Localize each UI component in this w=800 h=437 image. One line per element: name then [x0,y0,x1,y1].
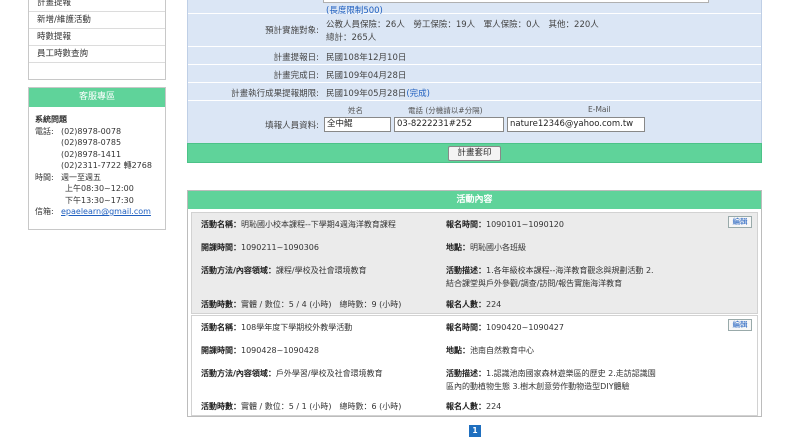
plan-form-panel: (長度限制500) 預計實施對象: 公教人員保險：26人 勞工保險：19人 軍人… [187,0,762,163]
cs-time-label: 時間: [35,172,54,182]
complete-date-value: 民國109年04月28日 [326,71,407,81]
activity-name: 明恥國小校本課程--下學期4週海洋教育課程 [241,220,396,229]
activity-signup-label: 報名時間： [446,220,486,229]
filler-label: 填報人員資料: [265,121,319,131]
filler-phone-input[interactable]: 03-8222231#252 [394,117,504,132]
activity-name: 108學年度下學期校外教學活動 [241,323,353,332]
activity-method: 課程/學校及社會環境教育 [275,266,367,275]
submit-date-value: 民國108年12月10日 [326,53,407,63]
activity-start-label: 開課時間： [201,346,241,355]
cs-phone-1: (02)8978-0078 [61,126,122,136]
activity-desc-label: 活動描述： [446,266,486,275]
activity-method: 戶外學習/學校及社會環境教育 [275,369,383,378]
activities-panel: 活動內容 活動名稱：明恥國小校本課程--下學期4週海洋教育課程 報名時間：109… [187,190,762,417]
edit-button[interactable]: 編輯 [728,216,752,228]
activity-place-label: 地點： [446,243,470,252]
targets-line-2: 總計：265人 [326,33,377,43]
cs-phone-label: 電話: [35,126,54,136]
activity-name-label: 活動名稱： [201,323,241,332]
form-footer-bar: 計畫套印 [187,143,762,163]
activity-place-label: 地點： [446,346,470,355]
activity-desc-1: 1.各年級校本課程--海洋教育觀念與規劃活動 2. [486,266,654,275]
activity-start: 1090428~1090428 [241,346,319,355]
activity-start: 1090211~1090306 [241,243,319,252]
activity-signup: 1090420~1090427 [486,323,564,332]
activities-title: 活動內容 [188,191,761,209]
deadline-status: (完成) [406,89,430,99]
activity-name-label: 活動名稱： [201,220,241,229]
activity-count: 224 [486,402,502,411]
activity-record: 活動名稱：108學年度下學期校外教學活動 報名時間：1090420~109042… [191,315,758,416]
cs-mail-label: 信箱: [35,207,54,216]
customer-service-title: 客服專區 [29,88,165,107]
activity-signup: 1090101~1090120 [486,220,564,229]
deadline-label: 計畫執行成果提報期限: [231,89,319,99]
pager-current-page[interactable]: 1 [469,425,481,437]
activity-desc-label: 活動描述： [446,369,486,378]
activity-desc-1: 1.認識池南國家森林遊樂區的歷史 2.走訪認識園 [486,369,656,378]
activity-hours: 實體 / 數位：5 / 4 (小時) 總時數：9 (小時) [241,300,402,309]
sidebar-item-add-activity[interactable]: 新增/維護活動 [29,12,165,29]
cs-phone-3: (02)8978-1411 [61,149,122,159]
sidebar-item-plan-report[interactable]: 計畫提報 [29,0,165,12]
cs-phone-2: (02)8978-0785 [61,138,122,147]
activity-record: 活動名稱：明恥國小校本課程--下學期4週海洋教育課程 報名時間：1090101~… [191,212,758,314]
activity-hours: 實體 / 數位：5 / 1 (小時) 總時數：6 (小時) [241,402,402,411]
activity-hours-label: 活動時數： [201,402,241,411]
activity-method-label: 活動方法/內容領域： [201,369,276,378]
cs-time-2: 上午08:30~12:00 [65,184,134,193]
print-plan-button[interactable]: 計畫套印 [448,146,501,161]
complete-date-label: 計畫完成日: [273,71,319,81]
activity-desc-2: 區內的動植物生態 3.樹木創意勞作動物造型DIY體驗 [446,382,630,391]
activity-place: 池南自然教育中心 [470,346,534,355]
activity-desc-2: 結合課堂與戶外參觀/調查/訪問/報告實施海洋教育 [446,279,623,288]
deadline-value: 民國109年05月28日 [326,89,407,99]
cs-email-link[interactable]: epaelearn@gmail.com [57,206,151,218]
edit-button[interactable]: 編輯 [728,319,752,331]
activity-hours-label: 活動時數： [201,300,241,309]
targets-line-1: 公教人員保險：26人 勞工保險：19人 軍人保險：0人 其他：220人 [326,20,599,30]
sidebar-item-staff-hours[interactable]: 員工時數查詢 [29,46,165,63]
activity-start-label: 開課時間： [201,243,241,252]
targets-label: 預計實施對象: [265,26,319,36]
activity-count: 224 [486,300,502,309]
cs-time-3: 下午13:30~17:30 [65,195,134,205]
submit-date-label: 計畫提報日: [273,53,319,63]
activity-place: 明恥國小各班級 [470,243,526,252]
filler-email-input[interactable]: nature12346@yahoo.com.tw [507,117,645,132]
filler-name-label: 姓名 [348,106,363,115]
filler-name-input[interactable]: 全中鯤 [324,117,391,132]
filler-phone-label: 電話 (分機請以#分隔) [408,106,483,115]
activity-signup-label: 報名時間： [446,323,486,332]
customer-service-panel: 客服專區 系統問題 電話: (02)8978-0078 (02)8978-0785… [28,87,166,230]
activity-method-label: 活動方法/內容領域： [201,266,276,275]
sidebar-menu: 計畫提報 新增/維護活動 時數提報 員工時數查詢 [28,0,166,80]
sidebar-item-hours-report[interactable]: 時數提報 [29,29,165,46]
cs-phone-4: (02)2311-7722 轉2768 [61,161,152,170]
cs-heading: 系統問題 [35,115,67,124]
activity-count-label: 報名人數： [446,402,486,411]
activity-count-label: 報名人數： [446,300,486,309]
filler-email-label: E-Mail [588,105,611,114]
cs-time-1: 週一至週五 [61,172,101,182]
